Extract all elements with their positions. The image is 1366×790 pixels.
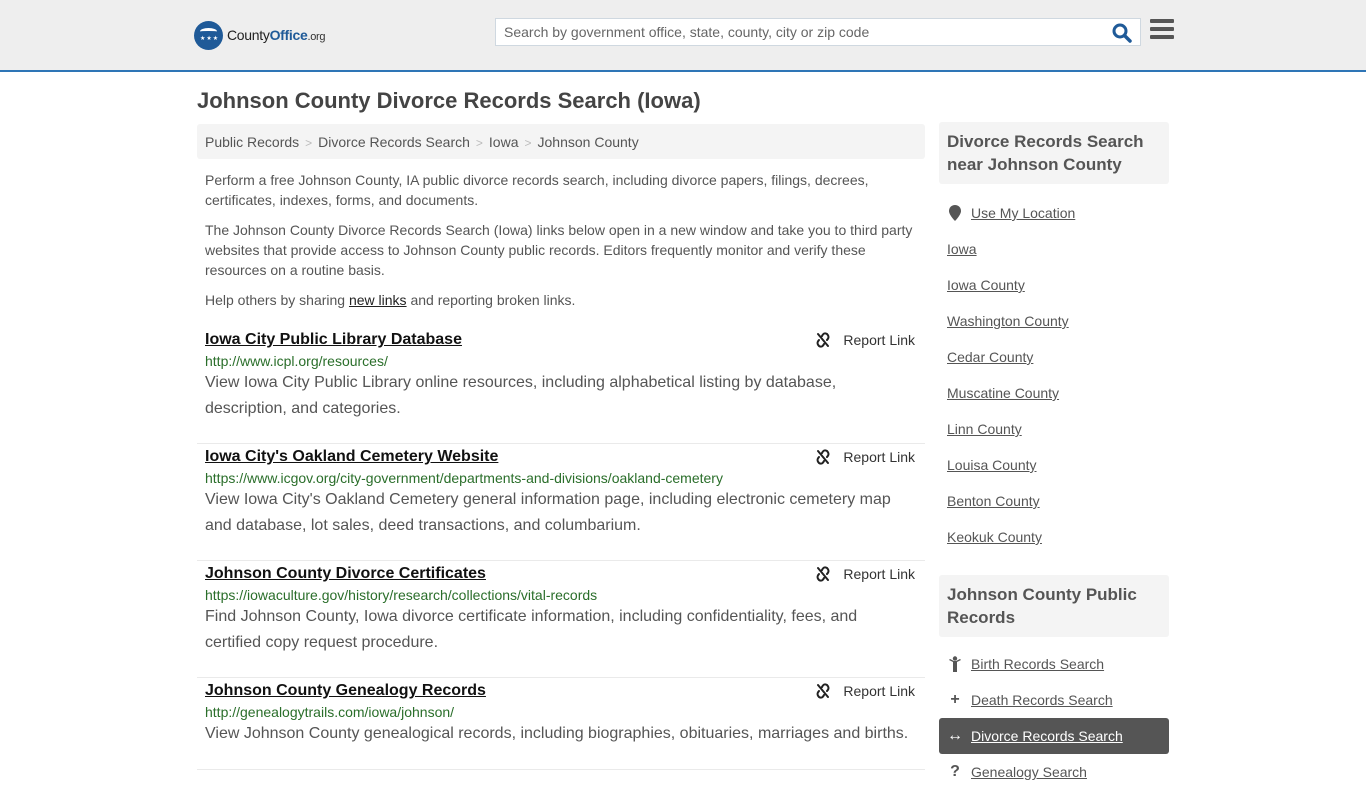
records-item-genealogy: ? Genealogy Search [939, 754, 1169, 790]
broken-link-icon [816, 332, 830, 348]
listing-url[interactable]: https://iowaculture.gov/history/research… [205, 587, 917, 603]
listing-item: Johnson County Genealogy Records Report … [197, 678, 925, 770]
search-icon[interactable] [1112, 23, 1132, 43]
listing-url[interactable]: https://www.icgov.org/city-government/de… [205, 470, 917, 486]
nearby-link-washington-county[interactable]: Washington County [947, 313, 1069, 329]
nearby-item: Iowa County [939, 267, 1169, 303]
death-records-link[interactable]: Death Records Search [971, 692, 1113, 708]
intro-paragraph-3: Help others by sharing new links and rep… [205, 292, 576, 308]
records-item-birth: Birth Records Search [939, 646, 1169, 682]
listings: Iowa City Public Library Database Report… [197, 327, 925, 770]
use-my-location-item: Use My Location [939, 195, 1169, 231]
intro-text: Perform a free Johnson County, IA public… [205, 170, 920, 320]
breadcrumb-separator: > [305, 136, 313, 150]
listing-title-link[interactable]: Johnson County Genealogy Records [205, 682, 486, 700]
listing-url[interactable]: http://www.icpl.org/resources/ [205, 353, 917, 369]
breadcrumb-separator: > [524, 136, 532, 150]
intro-paragraph-1: Perform a free Johnson County, IA public… [205, 172, 869, 208]
nearby-link-keokuk-county[interactable]: Keokuk County [947, 529, 1042, 545]
nearby-link-benton-county[interactable]: Benton County [947, 493, 1040, 509]
listing-title-link[interactable]: Johnson County Divorce Certificates [205, 565, 486, 583]
breadcrumb-public-records[interactable]: Public Records [205, 134, 299, 150]
logo-eagle-icon: ★★★ [194, 20, 223, 50]
divorce-records-link[interactable]: Divorce Records Search [971, 728, 1123, 744]
report-link-button[interactable]: Report Link [815, 449, 915, 465]
breadcrumb-iowa[interactable]: Iowa [489, 134, 519, 150]
intro-paragraph-2: The Johnson County Divorce Records Searc… [205, 222, 913, 278]
public-records-list: Birth Records Search + Death Records Sea… [939, 637, 1169, 790]
nearby-link-linn-county[interactable]: Linn County [947, 421, 1022, 437]
question-icon: ? [950, 763, 960, 780]
site-header: ★★★ CountyOffice.org [0, 0, 1366, 72]
site-logo[interactable]: ★★★ CountyOffice.org [194, 20, 326, 50]
listing-item: Iowa City Public Library Database Report… [197, 327, 925, 444]
nearby-item: Muscatine County [939, 375, 1169, 411]
child-icon [947, 656, 963, 672]
report-link-button[interactable]: Report Link [815, 566, 915, 582]
listing-description: View Johnson County genealogical records… [205, 725, 909, 742]
use-my-location-link[interactable]: Use My Location [971, 205, 1075, 221]
nearby-item: Cedar County [939, 339, 1169, 375]
breadcrumb-johnson-county[interactable]: Johnson County [538, 134, 639, 150]
nearby-link-louisa-county[interactable]: Louisa County [947, 457, 1037, 473]
public-records-heading: Johnson County Public Records [939, 575, 1169, 637]
nearby-item: Washington County [939, 303, 1169, 339]
records-item-death: + Death Records Search [939, 682, 1169, 718]
search-input[interactable] [496, 19, 1106, 45]
report-link-button[interactable]: Report Link [815, 332, 915, 348]
nearby-link-muscatine-county[interactable]: Muscatine County [947, 385, 1059, 401]
nearby-item: Keokuk County [939, 519, 1169, 555]
listing-url[interactable]: http://genealogytrails.com/iowa/johnson/ [205, 704, 917, 720]
listing-item: Iowa City's Oakland Cemetery Website Rep… [197, 444, 925, 561]
nearby-link-cedar-county[interactable]: Cedar County [947, 349, 1033, 365]
records-item-divorce: ↔ Divorce Records Search [939, 718, 1169, 754]
nearby-item: Louisa County [939, 447, 1169, 483]
arrows-horizontal-icon: ↔ [947, 727, 963, 744]
search-box [495, 18, 1141, 46]
nearby-item: Iowa [939, 231, 1169, 267]
sidebar: Divorce Records Search near Johnson Coun… [939, 122, 1169, 790]
nearby-link-iowa-county[interactable]: Iowa County [947, 277, 1025, 293]
listing-title-link[interactable]: Iowa City's Oakland Cemetery Website [205, 448, 498, 466]
nearby-item: Linn County [939, 411, 1169, 447]
listing-item: Johnson County Divorce Certificates Repo… [197, 561, 925, 678]
birth-records-link[interactable]: Birth Records Search [971, 656, 1104, 672]
nearby-list: Use My Location Iowa Iowa County Washing… [939, 184, 1169, 555]
breadcrumb: Public Records > Divorce Records Search > Io… [197, 124, 925, 159]
breadcrumb-separator: > [475, 136, 483, 150]
nearby-link-iowa[interactable]: Iowa [947, 241, 977, 257]
page-title: Johnson County Divorce Records Search (I… [197, 88, 701, 113]
nearby-item: Benton County [939, 483, 1169, 519]
breadcrumb-divorce-records-search[interactable]: Divorce Records Search [318, 134, 470, 150]
listing-description: View Iowa City's Oakland Cemetery genera… [205, 491, 891, 534]
new-links-link[interactable]: new links [349, 292, 407, 308]
logo-text: CountyOffice.org [227, 27, 326, 43]
broken-link-icon [816, 449, 830, 465]
listing-description: Find Johnson County, Iowa divorce certif… [205, 608, 858, 651]
broken-link-icon [816, 683, 830, 699]
genealogy-search-link[interactable]: Genealogy Search [971, 764, 1087, 780]
listing-description: View Iowa City Public Library online res… [205, 374, 837, 417]
broken-link-icon [816, 566, 830, 582]
hamburger-menu-icon[interactable] [1150, 19, 1174, 41]
plus-icon: + [950, 691, 960, 708]
nearby-heading: Divorce Records Search near Johnson Coun… [939, 122, 1169, 184]
listing-title-link[interactable]: Iowa City Public Library Database [205, 331, 462, 349]
report-link-button[interactable]: Report Link [815, 683, 915, 699]
map-marker-icon [947, 205, 963, 221]
